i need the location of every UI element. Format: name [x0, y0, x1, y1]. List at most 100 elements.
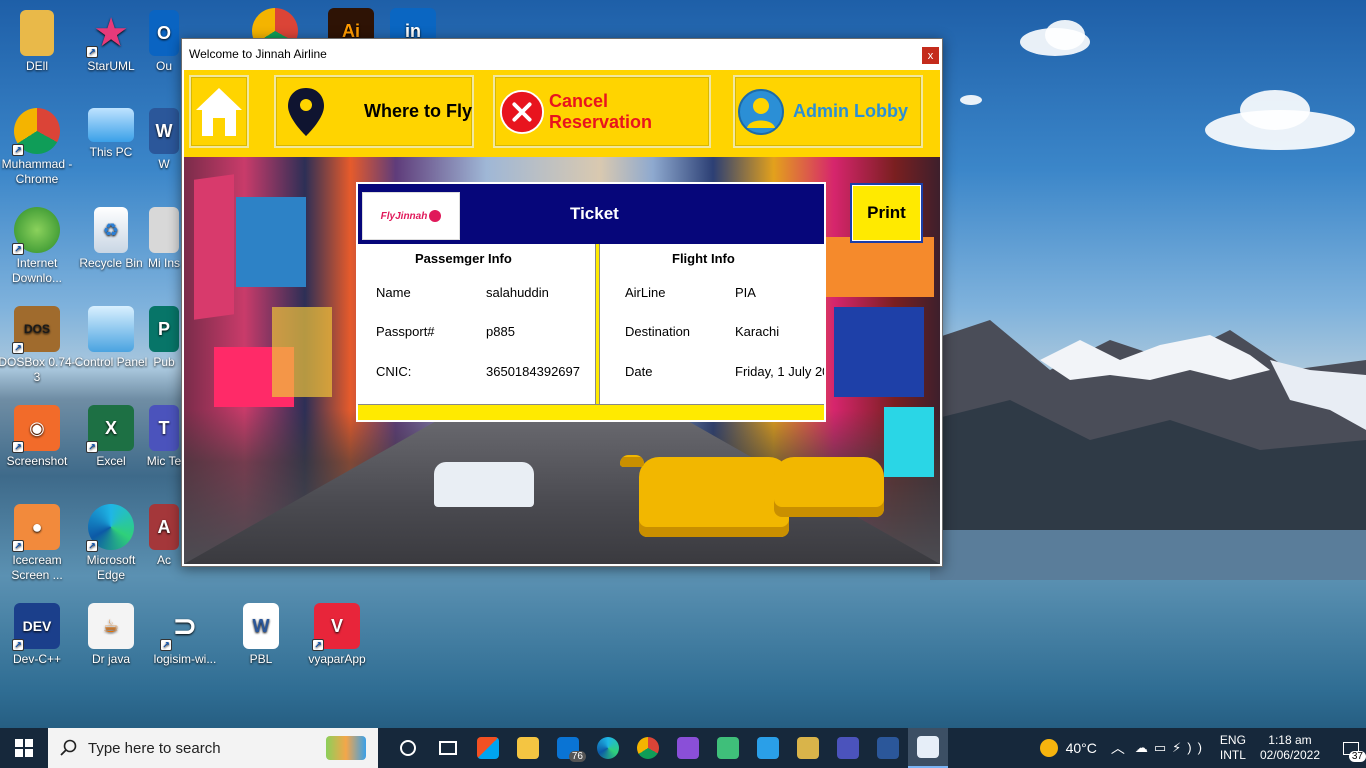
weather-icon[interactable] — [1039, 739, 1058, 757]
desktop-icon-chrome-profile[interactable]: ↗ Muhammad - Chrome — [0, 108, 76, 187]
outlook-icon: O — [149, 10, 179, 56]
where-to-fly-button[interactable]: Where to Fly — [274, 75, 474, 148]
access-icon: A — [149, 504, 179, 550]
desktop-icon-installer[interactable]: Mi Ins — [146, 207, 182, 271]
taskbar-chrome[interactable] — [628, 728, 668, 768]
desktop-icon-access[interactable]: A Ac — [146, 504, 182, 568]
publisher-icon: P — [149, 306, 179, 352]
desktop-icon-drjava[interactable]: ☕ Dr java — [72, 603, 150, 667]
taskbar-snip[interactable] — [708, 728, 748, 768]
taskbar-mail[interactable]: 76 — [548, 728, 588, 768]
word-icon — [877, 737, 899, 759]
start-button[interactable] — [0, 728, 48, 768]
desktop-icon-control-panel[interactable]: Control Panel — [72, 306, 150, 370]
task-view-button[interactable] — [388, 728, 428, 768]
desktop-icon-screenshot[interactable]: ◉ ↗ Screenshot — [0, 405, 76, 469]
mountain-background — [930, 320, 1366, 580]
desktop-icon-icecream[interactable]: ● ↗ Icecream Screen ... — [0, 504, 76, 583]
nav-toolbar: Where to Fly Cancel Reservation Admin Lo… — [184, 70, 940, 157]
devcpp-icon: DEV ↗ — [12, 603, 60, 651]
home-button[interactable] — [189, 75, 249, 148]
desktop-icon-dell[interactable]: DEll — [0, 10, 76, 74]
task-view-icon-button[interactable] — [428, 728, 468, 768]
visual-studio-icon — [677, 737, 699, 759]
passport-label: Passport# — [376, 324, 435, 339]
ticket-panel: FlyJinnah Ticket Passemger Info Flight I… — [356, 182, 826, 422]
desktop-icon-vyapar[interactable]: V ↗ vyaparApp — [298, 603, 376, 667]
taskbar-vscode[interactable] — [748, 728, 788, 768]
destination-label: Destination — [625, 324, 691, 339]
language-indicator[interactable]: ENG INTL — [1220, 733, 1246, 763]
chrome-icon — [252, 8, 298, 38]
camera-icon: ◉ ↗ — [12, 405, 60, 453]
desktop-icon-word[interactable]: W W — [146, 108, 182, 172]
desktop-icon-dosbox[interactable]: DOS ↗ DOSBox 0.74-3 — [0, 306, 76, 385]
dosbox-icon: DOS ↗ — [12, 306, 60, 354]
ticket-footer-bar — [358, 404, 824, 420]
recycle-bin-icon: ♻ — [94, 207, 128, 253]
word-doc-icon: W — [243, 603, 279, 649]
name-label: Name — [376, 285, 411, 300]
window-titlebar: Welcome to Jinnah Airline — [182, 39, 942, 69]
window-title: Welcome to Jinnah Airline — [189, 47, 327, 61]
cnic-label: CNIC: — [376, 364, 412, 379]
close-button[interactable]: x — [921, 46, 940, 65]
linkedin-icon: in — [390, 8, 436, 38]
chevron-up-icon[interactable]: ︿ — [1111, 738, 1125, 758]
taskbar-edge[interactable] — [588, 728, 628, 768]
cnic-value: 3650184392697 — [486, 364, 580, 379]
passenger-info-title: Passemger Info — [415, 251, 512, 266]
notification-button[interactable]: 37 — [1336, 728, 1366, 768]
weather-temp[interactable]: 40°C — [1066, 740, 1097, 756]
desktop-icon-linkedin[interactable]: in — [374, 8, 452, 38]
desktop-icon-this-pc[interactable]: This PC — [72, 108, 150, 160]
taskbar-search-box[interactable]: Type here to search — [48, 728, 378, 768]
teams-icon: T — [149, 405, 179, 451]
desktop-icon-devcpp[interactable]: DEV ↗ Dev-C++ — [0, 603, 76, 667]
search-placeholder: Type here to search — [88, 739, 221, 757]
desktop-icon-idm[interactable]: ↗ Internet Downlo... — [0, 207, 76, 286]
taskbar-word[interactable] — [868, 728, 908, 768]
desktop-icon-outlook[interactable]: O Ou — [146, 10, 182, 74]
taskbar-file-explorer[interactable] — [508, 728, 548, 768]
staruml-icon: ★ ↗ — [86, 10, 134, 58]
desktop-icon-recycle-bin[interactable]: ♻ Recycle Bin — [72, 207, 150, 271]
desktop-icon-staruml[interactable]: ★ ↗ StarUML — [72, 10, 150, 74]
cortana-icon — [400, 740, 416, 756]
taskbar-store[interactable] — [468, 728, 508, 768]
passport-value: p885 — [486, 324, 515, 339]
word-icon: W — [149, 108, 179, 154]
computer-icon — [88, 108, 134, 142]
taskbar-teams[interactable] — [828, 728, 868, 768]
location-pin-icon — [288, 87, 324, 136]
cancel-reservation-button[interactable]: Cancel Reservation — [493, 75, 711, 148]
task-view-icon — [439, 741, 457, 755]
taskbar-visual-studio[interactable] — [668, 728, 708, 768]
destination-value: Karachi — [735, 324, 780, 339]
flight-info-title: Flight Info — [672, 251, 735, 266]
notification-count: 37 — [1348, 751, 1366, 762]
cancel-icon — [499, 89, 545, 134]
search-icon — [60, 739, 77, 756]
folder-icon — [517, 737, 539, 759]
desktop-icon-publisher[interactable]: P Pub — [146, 306, 182, 370]
print-button[interactable]: Print — [850, 183, 923, 243]
tray-icons[interactable]: ☁▭⚡)) — [1135, 740, 1208, 756]
taskbar-3d[interactable] — [788, 728, 828, 768]
system-tray: 40°C ︿ ☁▭⚡)) ENG INTL 1:18 am 02/06/2022… — [1039, 728, 1366, 768]
chrome-icon — [637, 737, 659, 759]
desktop-icon-pbl[interactable]: W PBL — [222, 603, 300, 667]
excel-icon: X ↗ — [86, 405, 134, 453]
desktop-icon-chrome-top[interactable] — [236, 8, 314, 38]
clock[interactable]: 1:18 am 02/06/2022 — [1260, 733, 1320, 763]
search-highlight-icon — [326, 736, 366, 760]
taskbar-active-app[interactable] — [908, 728, 948, 768]
logo-mark-icon — [429, 210, 442, 222]
admin-lobby-button[interactable]: Admin Lobby — [733, 75, 923, 148]
desktop-icon-logisim[interactable]: ⊃ ↗ logisim-wi... — [146, 603, 224, 667]
date-value: Friday, 1 July 20 — [735, 364, 824, 379]
store-icon — [477, 737, 499, 759]
desktop-icon-excel[interactable]: X ↗ Excel — [72, 405, 150, 469]
desktop-icon-edge[interactable]: ↗ Microsoft Edge — [72, 504, 150, 583]
desktop-icon-teams[interactable]: T Mic Te — [146, 405, 182, 469]
